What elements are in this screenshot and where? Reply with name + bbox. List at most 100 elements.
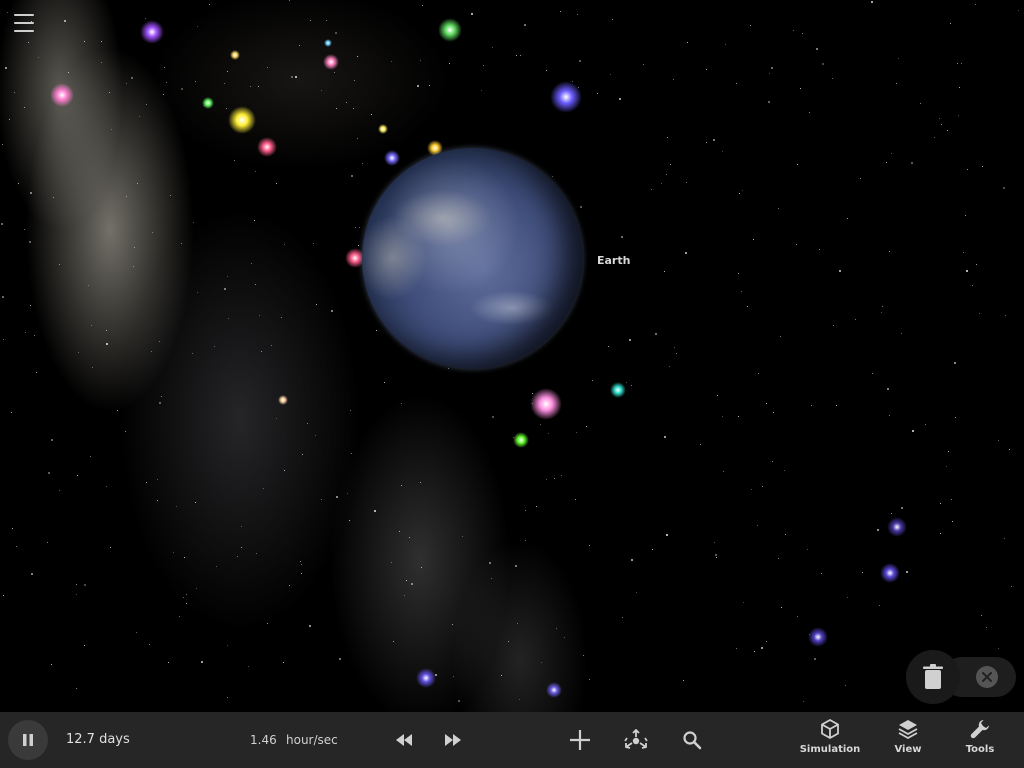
star: [258, 86, 259, 87]
star: [355, 227, 356, 228]
star: [666, 174, 667, 175]
star: [716, 557, 717, 558]
colored-star: [230, 50, 240, 60]
nav-tools-label: Tools: [965, 744, 995, 755]
star: [301, 564, 302, 565]
add-object-button[interactable]: [565, 725, 595, 755]
star: [339, 658, 341, 660]
star: [906, 571, 908, 573]
star: [300, 561, 301, 562]
search-button[interactable]: [677, 725, 707, 755]
star: [612, 19, 613, 20]
star: [316, 304, 317, 305]
colored-star: [550, 81, 582, 113]
star: [738, 416, 739, 417]
fast-forward-icon: [445, 734, 461, 746]
star: [281, 317, 282, 318]
star: [673, 79, 674, 80]
star: [778, 208, 779, 209]
star: [714, 542, 715, 543]
star: [761, 647, 763, 649]
star: [589, 545, 590, 546]
star: [227, 697, 228, 698]
star: [769, 73, 770, 74]
star: [998, 648, 999, 649]
star: [768, 101, 770, 103]
menu-button[interactable]: [14, 14, 34, 32]
star: [193, 222, 194, 223]
star: [516, 55, 517, 56]
star: [891, 153, 892, 154]
nav-simulation[interactable]: Simulation: [800, 718, 860, 764]
nav-view-label: View: [894, 744, 922, 755]
star: [821, 573, 822, 574]
nav-view[interactable]: View: [878, 718, 938, 764]
star: [872, 373, 873, 374]
star: [197, 26, 198, 27]
star: [25, 332, 26, 333]
star: [780, 336, 781, 337]
star: [283, 662, 284, 663]
star: [448, 368, 449, 369]
star: [90, 456, 91, 457]
star: [38, 57, 39, 58]
pause-icon: [23, 734, 33, 746]
cancel-delete-button[interactable]: [976, 666, 998, 688]
star: [758, 373, 759, 374]
star: [168, 662, 169, 663]
star: [109, 92, 110, 93]
star: [959, 87, 960, 88]
star: [254, 220, 255, 221]
star: [785, 534, 786, 535]
star: [966, 270, 968, 272]
star: [347, 493, 348, 494]
star: [295, 76, 297, 78]
colored-star: [808, 627, 828, 647]
star: [525, 510, 526, 511]
star: [847, 218, 848, 219]
star: [556, 628, 557, 629]
star: [546, 70, 547, 71]
star: [267, 67, 268, 68]
slower-button[interactable]: [389, 725, 419, 755]
orbit-view-button[interactable]: [621, 725, 651, 755]
star: [608, 346, 609, 347]
star: [307, 423, 308, 424]
star: [401, 403, 402, 404]
star: [409, 537, 410, 538]
star: [186, 603, 187, 604]
planet-earth[interactable]: [362, 148, 583, 369]
star: [739, 193, 740, 194]
star: [76, 594, 77, 595]
star: [391, 562, 392, 563]
star: [391, 61, 392, 62]
star: [576, 432, 577, 433]
close-icon: [982, 672, 992, 682]
star: [811, 405, 812, 406]
star: [315, 435, 316, 436]
star: [47, 542, 48, 543]
faster-button[interactable]: [438, 725, 468, 755]
space-view[interactable]: Earth: [0, 0, 1024, 712]
star: [626, 382, 627, 383]
star: [871, 1, 873, 3]
star: [753, 239, 754, 240]
star: [564, 637, 565, 638]
star: [575, 499, 576, 500]
delete-control: [906, 650, 1016, 704]
star: [291, 76, 293, 78]
pause-button[interactable]: [8, 720, 48, 760]
star: [161, 396, 162, 397]
star: [491, 578, 492, 579]
menu-icon-bar: [14, 14, 34, 16]
star: [183, 597, 184, 598]
star: [393, 641, 394, 642]
star: [267, 623, 268, 624]
star: [700, 444, 701, 445]
nav-tools[interactable]: Tools: [950, 718, 1010, 764]
delete-button[interactable]: [906, 650, 960, 704]
star: [685, 252, 687, 254]
star: [762, 486, 763, 487]
star: [580, 206, 582, 208]
star: [950, 23, 951, 24]
